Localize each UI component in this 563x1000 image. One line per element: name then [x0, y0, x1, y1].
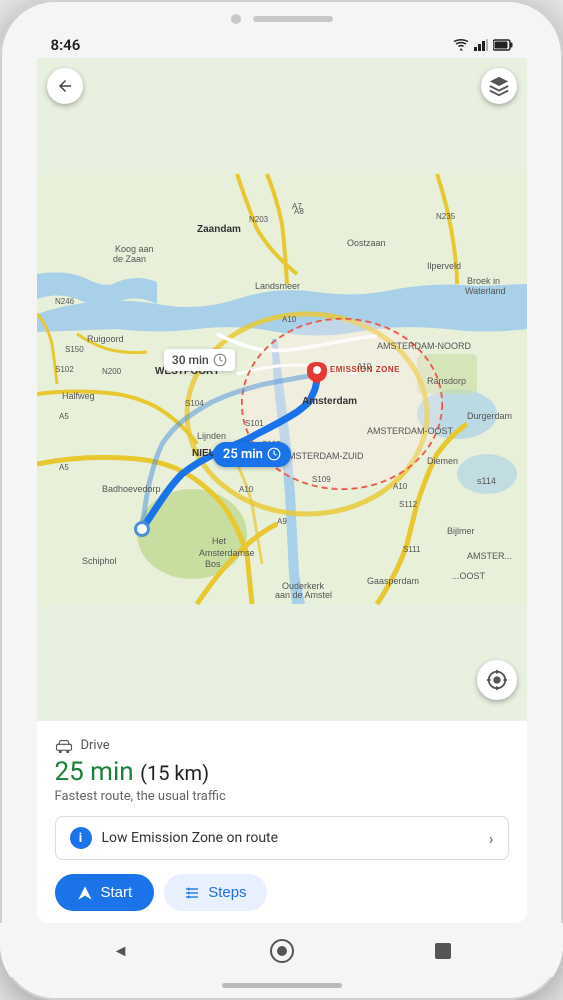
- svg-text:S101: S101: [245, 419, 264, 428]
- phone-frame: 8:46: [0, 0, 563, 1000]
- svg-text:A10: A10: [282, 315, 297, 324]
- lez-banner-text: Low Emission Zone on route: [102, 830, 279, 846]
- svg-text:Ruigoord: Ruigoord: [87, 334, 124, 344]
- svg-text:A8: A8: [294, 207, 304, 216]
- speaker-grill: [253, 16, 333, 22]
- svg-text:Lijnden: Lijnden: [197, 431, 226, 441]
- svg-text:Landsmeer: Landsmeer: [255, 281, 300, 291]
- svg-text:Waterland: Waterland: [465, 286, 506, 296]
- svg-text:Schiphol: Schiphol: [82, 556, 117, 566]
- svg-text:Zaandam: Zaandam: [197, 224, 241, 235]
- main-route-badge: 25 min: [213, 442, 291, 467]
- svg-text:N200: N200: [102, 367, 122, 376]
- svg-text:S150: S150: [65, 345, 84, 354]
- drive-label-row: Drive: [55, 737, 509, 753]
- svg-text:S109: S109: [312, 475, 331, 484]
- svg-text:A9: A9: [277, 517, 287, 526]
- svg-text:A10: A10: [393, 482, 408, 491]
- map-svg: LOW EMISSION ZONE Zaandam Oostzaan Ilper…: [37, 58, 527, 720]
- svg-text:Gaasperdam: Gaasperdam: [367, 576, 419, 586]
- front-camera: [231, 14, 241, 24]
- svg-text:Bos: Bos: [205, 559, 221, 569]
- back-button[interactable]: [47, 68, 83, 104]
- svg-text:S104: S104: [185, 399, 204, 408]
- alt-route-time: 30 min: [172, 353, 209, 367]
- svg-text:N246: N246: [55, 297, 75, 306]
- action-buttons: Start Steps: [55, 874, 509, 911]
- status-bar: 8:46: [37, 30, 527, 58]
- start-label: Start: [101, 884, 133, 901]
- alt-route-badge: 30 min: [164, 349, 235, 371]
- svg-text:s114: s114: [477, 476, 496, 486]
- svg-text:aan de Amstel: aan de Amstel: [275, 590, 332, 600]
- svg-text:S111: S111: [403, 545, 421, 554]
- my-location-button[interactable]: [477, 660, 517, 700]
- svg-text:Ilperveld: Ilperveld: [427, 261, 461, 271]
- svg-text:de Zaan: de Zaan: [113, 254, 146, 264]
- recents-nav-button[interactable]: [425, 933, 461, 969]
- svg-text:AMSTER...: AMSTER...: [467, 551, 512, 561]
- svg-text:N235: N235: [436, 212, 456, 221]
- svg-text:N203: N203: [249, 215, 269, 224]
- layers-button[interactable]: [481, 68, 517, 104]
- svg-text:...OOST: ...OOST: [452, 571, 486, 581]
- screen: 8:46: [37, 30, 527, 923]
- main-route-time: 25 min: [223, 447, 263, 462]
- drive-text: Drive: [81, 738, 110, 753]
- svg-text:S112: S112: [399, 500, 418, 509]
- status-time: 8:46: [51, 36, 81, 54]
- battery-icon: [493, 39, 513, 51]
- route-time-display: 25 min (15 km): [55, 757, 509, 787]
- recents-nav-icon: [433, 941, 453, 961]
- svg-text:S102: S102: [55, 365, 74, 374]
- svg-text:A5: A5: [59, 412, 69, 421]
- svg-text:Oostzaan: Oostzaan: [347, 238, 386, 248]
- svg-text:Amsterdam: Amsterdam: [302, 396, 357, 407]
- map-container: LOW EMISSION ZONE Zaandam Oostzaan Ilper…: [37, 58, 527, 720]
- start-button[interactable]: Start: [55, 874, 155, 911]
- svg-text:Bijlmer: Bijlmer: [447, 526, 475, 536]
- home-nav-icon: [269, 938, 295, 964]
- svg-text:Ransdorp: Ransdorp: [427, 376, 466, 386]
- steps-button[interactable]: Steps: [164, 874, 266, 911]
- back-nav-button[interactable]: ◄: [103, 933, 139, 969]
- svg-text:AMSTERDAM-NOORD: AMSTERDAM-NOORD: [377, 341, 471, 351]
- signal-icon: [474, 39, 488, 51]
- phone-top-bar: [0, 0, 563, 30]
- wifi-icon: [453, 39, 469, 51]
- svg-text:Badhoevedorp: Badhoevedorp: [102, 484, 161, 494]
- svg-text:AMSTERDAM-ZUID: AMSTERDAM-ZUID: [282, 451, 364, 461]
- home-nav-button[interactable]: [264, 933, 300, 969]
- bottom-panel: Drive 25 min (15 km) Fastest route, the …: [37, 720, 527, 923]
- steps-icon: [184, 885, 200, 901]
- lez-banner[interactable]: i Low Emission Zone on route ›: [55, 816, 509, 860]
- svg-text:A10: A10: [357, 362, 372, 371]
- route-minutes: 25 min: [55, 757, 134, 787]
- status-icons: [453, 39, 513, 51]
- svg-text:Amsterdamse: Amsterdamse: [199, 548, 255, 558]
- svg-text:Het: Het: [212, 536, 227, 546]
- route-description: Fastest route, the usual traffic: [55, 789, 509, 804]
- home-indicator: [222, 983, 342, 988]
- lez-banner-left: i Low Emission Zone on route: [70, 827, 279, 849]
- route-distance: (15 km): [140, 761, 209, 785]
- svg-text:AMSTERDAM-OOST: AMSTERDAM-OOST: [367, 426, 454, 436]
- back-nav-icon: ◄: [113, 941, 129, 961]
- svg-text:A10: A10: [239, 485, 254, 494]
- steps-label: Steps: [208, 884, 246, 901]
- svg-text:Broek in: Broek in: [467, 276, 500, 286]
- car-icon: [55, 737, 73, 753]
- svg-text:Koog aan: Koog aan: [115, 244, 154, 254]
- nav-bar: ◄: [0, 923, 563, 977]
- svg-text:Diemen: Diemen: [427, 456, 458, 466]
- svg-text:A5: A5: [59, 463, 69, 472]
- lez-chevron-icon: ›: [489, 829, 494, 848]
- svg-text:Halfweg: Halfweg: [62, 391, 95, 401]
- lez-info-icon: i: [70, 827, 92, 849]
- svg-text:Durgerdam: Durgerdam: [467, 411, 512, 421]
- navigation-icon: [77, 885, 93, 901]
